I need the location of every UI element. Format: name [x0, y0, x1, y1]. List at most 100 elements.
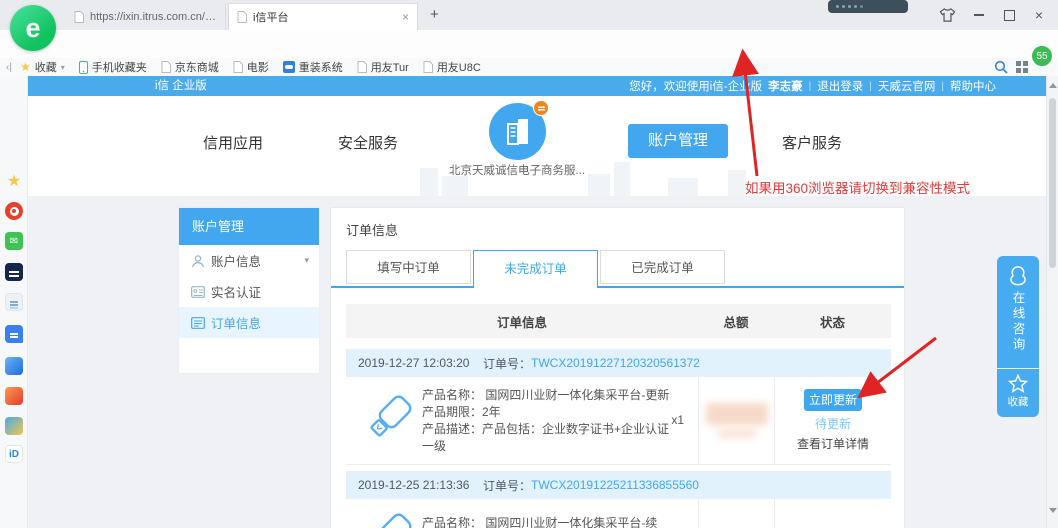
- bookmark-yonyou-u8c[interactable]: 用友U8C: [423, 59, 481, 75]
- star-icon: ★: [20, 61, 31, 73]
- col-status: 状态: [774, 312, 891, 331]
- id-app-icon[interactable]: iD: [5, 445, 23, 463]
- scroll-down-icon[interactable]: [1049, 508, 1057, 513]
- update-now-button[interactable]: 立即更新: [804, 389, 862, 411]
- bookmark-favorites[interactable]: ★ 收藏 ▾: [20, 59, 65, 75]
- favorites-star-icon[interactable]: ★: [5, 172, 23, 190]
- order-no-label: 订单号：: [483, 477, 531, 494]
- browser-logo: e: [10, 5, 56, 51]
- web-page: i信 企业版 您好，欢迎使用i信-企业版 李志豪 | 退出登录 | 天威云官网 …: [28, 76, 1046, 528]
- skin-button[interactable]: [938, 7, 956, 23]
- product-term: 产品期限：2年: [422, 404, 680, 421]
- sync-badge-icon: [533, 100, 549, 116]
- tab-title: i信平台: [253, 9, 396, 25]
- browser-window: https://ixin.itrus.com.cn/query i信平台 × +…: [0, 0, 1058, 528]
- tab-unfinished-orders[interactable]: 未完成订单: [473, 250, 598, 288]
- phone-icon: [79, 61, 88, 74]
- nav-account-management[interactable]: 账户管理: [628, 124, 728, 158]
- table-header: 订单信息 总额 状态: [346, 304, 891, 338]
- game-icon-2[interactable]: [5, 387, 23, 405]
- page-icon: [423, 61, 433, 73]
- floating-widget: 在线咨询 收藏: [997, 256, 1039, 417]
- site-nav: 信用应用 安全服务 北京天威诚信电子商务服... 账户管理 客户服务 如果用36…: [28, 96, 1046, 196]
- order-date: 2019-12-25 21:13:36: [358, 478, 483, 492]
- scroll-up-icon[interactable]: [1049, 83, 1057, 88]
- online-consult-button[interactable]: 在线咨询: [997, 256, 1039, 368]
- col-order-info: 订单信息: [346, 312, 698, 331]
- tab-filling-orders[interactable]: 填写中订单: [346, 250, 471, 284]
- title-bar: https://ixin.itrus.com.cn/query i信平台 × +…: [0, 0, 1058, 30]
- bookmark-phone-folder[interactable]: 手机收藏夹: [79, 59, 147, 75]
- order-row-detail: 产品名称： 国网四川业财一体化集采平台-更新 产品期限：2年 产品描述：产品包括…: [346, 377, 891, 465]
- sidebar-item-realname[interactable]: 实名认证: [179, 276, 319, 307]
- collect-label: 收藏: [1008, 394, 1029, 409]
- product-desc: 产品描述：产品包括：企业数字证书+企业认证一级: [422, 421, 680, 455]
- nav-credit[interactable]: 信用应用: [178, 132, 288, 153]
- order-row-detail: 产品名称： 国网四川业财一体化集采平台-续: [346, 499, 891, 528]
- game-icon-1[interactable]: [5, 357, 23, 375]
- page-icon: [237, 11, 247, 23]
- notes-icon[interactable]: [5, 293, 23, 311]
- browser-tab-1[interactable]: https://ixin.itrus.com.cn/query: [66, 3, 226, 30]
- apps-grid-icon[interactable]: [1016, 61, 1028, 73]
- bookmark-search-icon[interactable]: [994, 60, 1008, 74]
- cloud-site-link[interactable]: 天威云官网: [878, 78, 936, 94]
- scrollbar[interactable]: [1046, 76, 1058, 528]
- bookmark-yonyou-tur[interactable]: 用友Tur: [357, 59, 409, 75]
- notification-badge[interactable]: 55: [1030, 44, 1054, 68]
- usb-drive-icon: [362, 389, 414, 451]
- order-tabs: 填写中订单 未完成订单 已完成订单: [346, 250, 725, 288]
- caret-down-icon: ▾: [61, 63, 65, 72]
- logout-link[interactable]: 退出登录: [817, 78, 863, 94]
- orders-panel: 订单信息 填写中订单 未完成订单 已完成订单 订单信息 总额 状态 2019-1…: [330, 207, 905, 528]
- site-brand: i信 企业版: [155, 76, 207, 96]
- order-row-header: 2019-12-25 21:13:36 订单号： TWCX20191225211…: [346, 471, 891, 499]
- panel-title: 订单信息: [346, 220, 398, 239]
- user-name: 李志豪: [768, 78, 803, 94]
- collect-button[interactable]: 收藏: [997, 369, 1039, 417]
- browser-toolbar: 证 企业 https://ixin.itrus.com.cn/billWeb e…: [0, 30, 1058, 59]
- chat-icon[interactable]: [5, 325, 23, 343]
- product-name: 产品名称： 国网四川业财一体化集采平台-续: [422, 515, 680, 528]
- browser-tab-2-active[interactable]: i信平台 ×: [228, 3, 418, 30]
- qq-icon: [1007, 265, 1029, 287]
- order-date: 2019-12-27 12:03:20: [358, 356, 483, 370]
- quantity: x1: [671, 413, 684, 427]
- restore-button[interactable]: [1000, 7, 1018, 23]
- collapse-sidebar-icon[interactable]: ‹|: [6, 62, 12, 73]
- browser-side-strip: ★ ✉ iD +: [0, 76, 28, 528]
- scrollbar-thumb[interactable]: [1049, 98, 1056, 268]
- bookmarks-bar: ‹| ★ 收藏 ▾ 手机收藏夹 京东商城 电影 重装系统 用友Tur 用友U8: [0, 58, 1058, 77]
- app-shortcut-icon[interactable]: [5, 263, 23, 281]
- mail-icon[interactable]: ✉: [5, 232, 23, 250]
- order-no-label: 订单号：: [483, 355, 531, 372]
- new-tab-button[interactable]: +: [430, 6, 439, 23]
- game-icon-3[interactable]: [5, 417, 23, 435]
- order-no-link[interactable]: TWCX20191227120320561372: [531, 356, 700, 370]
- close-button[interactable]: ×: [1030, 7, 1048, 23]
- logo-caption: 北京天威诚信电子商务服...: [417, 162, 617, 178]
- bookmark-jd[interactable]: 京东商城: [161, 59, 219, 75]
- status-cell: 立即更新 待更新 查看订单详情: [774, 377, 891, 464]
- weibo-icon[interactable]: [5, 202, 23, 220]
- app-icon: [283, 61, 295, 73]
- status-text: 待更新: [815, 415, 851, 432]
- account-sidebar: 账户管理 账户信息 ▾ 实名认证 订单信息: [178, 207, 320, 374]
- help-center-link[interactable]: 帮助中心: [950, 78, 996, 94]
- nav-security[interactable]: 安全服务: [313, 132, 423, 153]
- tab-finished-orders[interactable]: 已完成订单: [600, 250, 725, 284]
- usb-drive-icon: [362, 507, 414, 528]
- col-total: 总额: [698, 312, 774, 331]
- sidebar-item-account-info[interactable]: 账户信息 ▾: [179, 245, 319, 276]
- sidebar-item-orders[interactable]: 订单信息: [179, 307, 319, 338]
- order-no-link[interactable]: TWCX20191225211336855560: [531, 478, 699, 492]
- sidebar-header: 账户管理: [179, 208, 319, 245]
- nav-customer-service[interactable]: 客户服务: [757, 132, 867, 153]
- bookmark-movies[interactable]: 电影: [233, 59, 269, 75]
- minimize-button[interactable]: [970, 7, 988, 23]
- page-icon: [233, 61, 243, 73]
- close-tab-icon[interactable]: ×: [402, 10, 409, 24]
- site-topbar: i信 企业版 您好，欢迎使用i信-企业版 李志豪 | 退出登录 | 天威云官网 …: [28, 76, 1046, 96]
- bookmark-reinstall[interactable]: 重装系统: [283, 59, 343, 75]
- view-order-detail-link[interactable]: 查看订单详情: [797, 435, 869, 452]
